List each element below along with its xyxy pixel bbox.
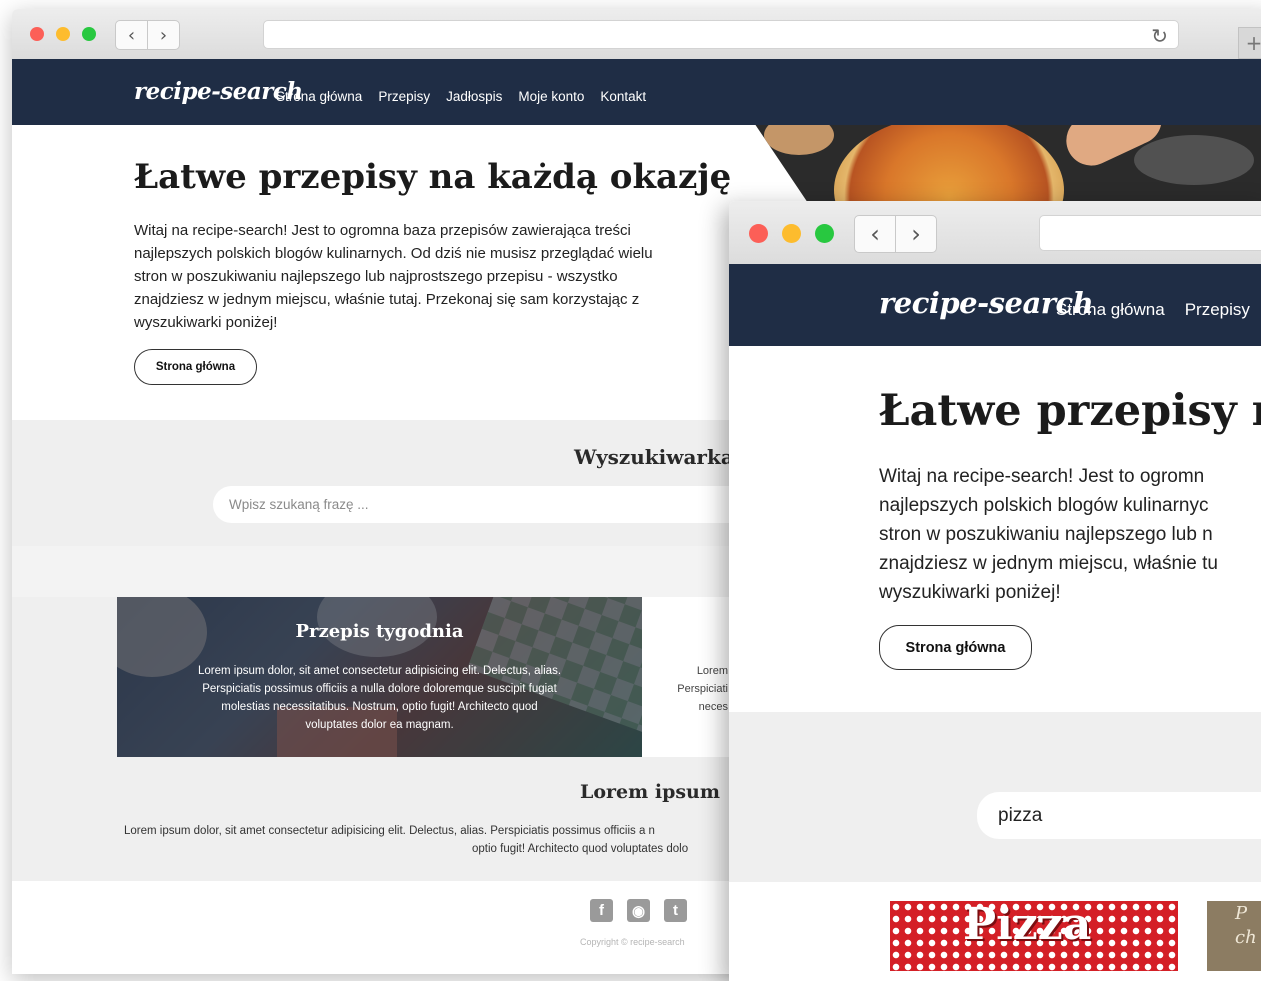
menu-item-recipes[interactable]: Przepisy [378,89,430,104]
maximize-window-button[interactable] [82,27,96,41]
main-menu-2: Strona główna Przepisy [1056,300,1250,320]
home-button-2[interactable]: Strona główna [879,625,1032,670]
site-navbar-2: recipe-search Strona główna Przepisy [729,264,1261,346]
result-card-pizza[interactable]: Pizza [890,901,1178,971]
recipe-of-week-text: Lorem ipsum dolor, sit amet consectetur … [197,665,562,731]
search-section-2: pizza [729,712,1261,882]
recipe-of-week-title: Przepis tygodnia [295,621,464,642]
close-window-button[interactable] [30,27,44,41]
lorem-line-2: optio fugit! Architecto quod voluptates … [472,843,689,855]
side-card-text: Lorem Perspiciati neces [677,665,728,713]
search-value: pizza [998,804,1043,826]
hero-title-2: Łatwe przepisy na l [879,386,1261,436]
back-icon[interactable]: ‹ [855,216,895,252]
search-placeholder: Wpisz szukaną frazę ... [229,497,369,512]
search-section-title: Wyszukiwarka [574,445,734,469]
new-tab-button[interactable]: + [1238,27,1261,59]
home-button[interactable]: Strona główna [134,349,257,385]
menu-item-account[interactable]: Moje konto [518,89,584,104]
lorem-line-1: Lorem ipsum dolor, sit amet consectetur … [124,825,655,837]
twitter-icon[interactable]: t [664,899,687,922]
browser-toolbar: ‹ › ↻ + [12,9,1261,60]
menu-item-recipes-2[interactable]: Przepisy [1185,300,1250,320]
result-2-text-1: P [1235,903,1248,924]
back-icon[interactable]: ‹ [116,21,147,49]
hero-pizza-image [755,125,1261,205]
facebook-icon[interactable]: f [590,899,613,922]
menu-item-meal-plan[interactable]: Jadłospis [446,89,502,104]
result-card-2[interactable]: P ch [1207,901,1261,971]
instagram-icon[interactable]: ◉ [627,899,650,922]
forward-icon[interactable]: › [895,216,936,252]
close-window-button-2[interactable] [749,224,768,243]
history-nav-2: ‹ › [854,215,937,253]
menu-item-home-2[interactable]: Strona główna [1056,300,1165,320]
main-menu: Strona główna Przepisy Jadłospis Moje ko… [276,89,646,104]
address-bar[interactable]: ↻ [263,20,1179,49]
result-title-pizza: Pizza [963,901,1092,950]
search-input-2[interactable]: pizza [977,792,1261,839]
result-2-text-2: ch [1235,927,1257,948]
hero-intro-2: Witaj na recipe-search! Jest to ogromn n… [879,466,1218,603]
minimize-window-button-2[interactable] [782,224,801,243]
copyright: Copyright © recipe-search [580,937,685,947]
search-input[interactable]: Wpisz szukaną frazę ... [213,486,773,523]
hero-intro: Witaj na recipe-search! Jest to ogromna … [134,222,653,331]
menu-item-contact[interactable]: Kontakt [600,89,646,104]
forward-icon[interactable]: › [147,21,179,49]
maximize-window-button-2[interactable] [815,224,834,243]
browser-window-mobile: ‹ › recipe-search Strona główna Przepisy… [729,201,1261,981]
minimize-window-button[interactable] [56,27,70,41]
reload-icon[interactable]: ↻ [1151,24,1168,48]
history-nav: ‹ › [115,20,180,50]
site-navbar: recipe-search Strona główna Przepisy Jad… [12,59,1261,125]
menu-item-home[interactable]: Strona główna [276,89,362,104]
address-bar-2[interactable] [1039,215,1261,251]
social-links: f ◉ t [590,899,687,922]
hero-title: Łatwe przepisy na każdą okazję [134,157,732,197]
lorem-section-title: Lorem ipsum [580,781,720,803]
browser-toolbar-2: ‹ › [729,201,1261,265]
recipe-of-week-card[interactable]: Przepis tygodnia Lorem ipsum dolor, sit … [117,597,642,757]
